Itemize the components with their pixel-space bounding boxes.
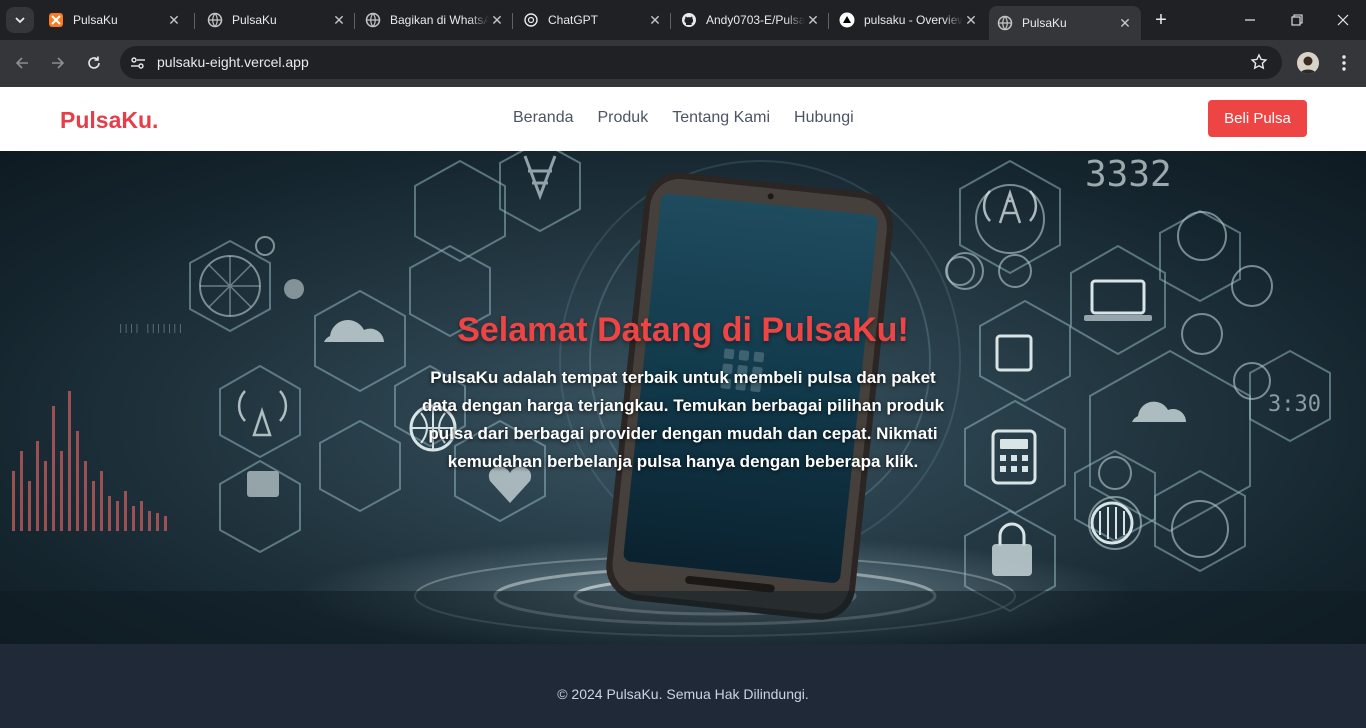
close-window-icon[interactable] xyxy=(1333,10,1353,30)
tab-title: Bagikan di WhatsApp xyxy=(390,13,489,27)
browser-tab[interactable]: pulsaku - Overview ✕ xyxy=(831,6,987,34)
main-nav: Beranda Produk Tentang Kami Hubungi xyxy=(513,109,854,127)
site-footer: © 2024 PulsaKu. Semua Hak Dilindungi. xyxy=(0,644,1366,728)
github-icon xyxy=(681,12,697,28)
url-text[interactable]: pulsaku-eight.vercel.app xyxy=(157,54,309,70)
decor-clock: 3:30 xyxy=(1268,392,1321,417)
nav-link-hubungi[interactable]: Hubungi xyxy=(794,109,854,127)
tab-divider xyxy=(354,13,355,29)
tab-divider xyxy=(194,13,195,29)
decor-number: 3332 xyxy=(1085,154,1172,195)
profile-avatar[interactable] xyxy=(1297,52,1319,74)
tab-search-button[interactable] xyxy=(6,7,34,33)
globe-icon xyxy=(365,12,381,28)
nav-link-produk[interactable]: Produk xyxy=(598,109,649,127)
tab-divider xyxy=(512,13,513,29)
tab-title: ChatGPT xyxy=(548,13,599,27)
tab-title: PulsaKu xyxy=(1022,16,1067,30)
chevron-down-icon xyxy=(15,17,25,24)
hero-title: Selamat Datang di PulsaKu! xyxy=(457,311,909,349)
browser-tab[interactable]: PulsaKu ✕ xyxy=(199,6,355,34)
close-icon[interactable]: ✕ xyxy=(805,12,821,28)
hero-content: Selamat Datang di PulsaKu! PulsaKu adala… xyxy=(420,311,946,476)
reload-icon[interactable] xyxy=(83,52,105,74)
chatgpt-icon xyxy=(523,12,539,28)
address-bar[interactable]: pulsaku-eight.vercel.app xyxy=(120,46,1282,79)
globe-icon xyxy=(997,15,1013,31)
browser-tab[interactable]: ChatGPT ✕ xyxy=(515,6,671,34)
bookmark-star-icon[interactable] xyxy=(1250,53,1268,71)
hero-description: PulsaKu adalah tempat terbaik untuk memb… xyxy=(421,368,945,471)
vercel-icon xyxy=(839,12,855,28)
restore-icon[interactable] xyxy=(1287,10,1307,30)
tab-title: PulsaKu xyxy=(73,13,118,27)
copyright-text: © 2024 PulsaKu. Semua Hak Dilindungi. xyxy=(557,686,809,702)
close-icon[interactable]: ✕ xyxy=(331,12,347,28)
buy-credit-button[interactable]: Beli Pulsa xyxy=(1208,100,1307,137)
tab-title: PulsaKu xyxy=(232,13,277,27)
close-icon[interactable]: ✕ xyxy=(963,12,979,28)
browser-toolbar: pulsaku-eight.vercel.app xyxy=(0,40,1366,87)
nav-link-beranda[interactable]: Beranda xyxy=(513,109,574,127)
site-header: PulsaKu. Beranda Produk Tentang Kami Hub… xyxy=(0,87,1366,151)
brand-logo[interactable]: PulsaKu. xyxy=(60,107,158,134)
close-icon[interactable]: ✕ xyxy=(166,12,182,28)
forward-icon[interactable] xyxy=(47,52,69,74)
browser-tab[interactable]: Bagikan di WhatsApp ✕ xyxy=(357,6,513,34)
globe-icon xyxy=(207,12,223,28)
close-icon[interactable]: ✕ xyxy=(489,12,505,28)
minimize-icon[interactable] xyxy=(1240,10,1260,30)
hero-section: 3332 3:30 |||| ||||||| Selamat Datang di… xyxy=(0,151,1366,644)
tab-divider xyxy=(670,13,671,29)
site-settings-icon[interactable] xyxy=(129,54,147,72)
close-icon[interactable]: ✕ xyxy=(1117,15,1133,31)
browser-tab-active[interactable]: PulsaKu ✕ xyxy=(989,6,1141,40)
tab-title: pulsaku - Overview xyxy=(864,13,963,27)
browser-tab-bar: PulsaKu ✕ PulsaKu ✕ Bagikan di WhatsApp … xyxy=(0,0,1366,40)
back-icon[interactable] xyxy=(11,52,33,74)
browser-tab[interactable]: Andy0703-E/PulsaKu ✕ xyxy=(673,6,829,34)
browser-tab[interactable]: PulsaKu ✕ xyxy=(40,6,190,34)
tab-title: Andy0703-E/PulsaKu xyxy=(706,13,805,27)
tab-divider xyxy=(828,13,829,29)
svg-text:|||| |||||||: |||| ||||||| xyxy=(118,324,183,334)
nav-link-tentang-kami[interactable]: Tentang Kami xyxy=(672,109,770,127)
xampp-icon xyxy=(48,12,64,28)
more-menu-icon[interactable] xyxy=(1334,52,1354,74)
new-tab-button[interactable]: + xyxy=(1150,9,1172,31)
close-icon[interactable]: ✕ xyxy=(647,12,663,28)
